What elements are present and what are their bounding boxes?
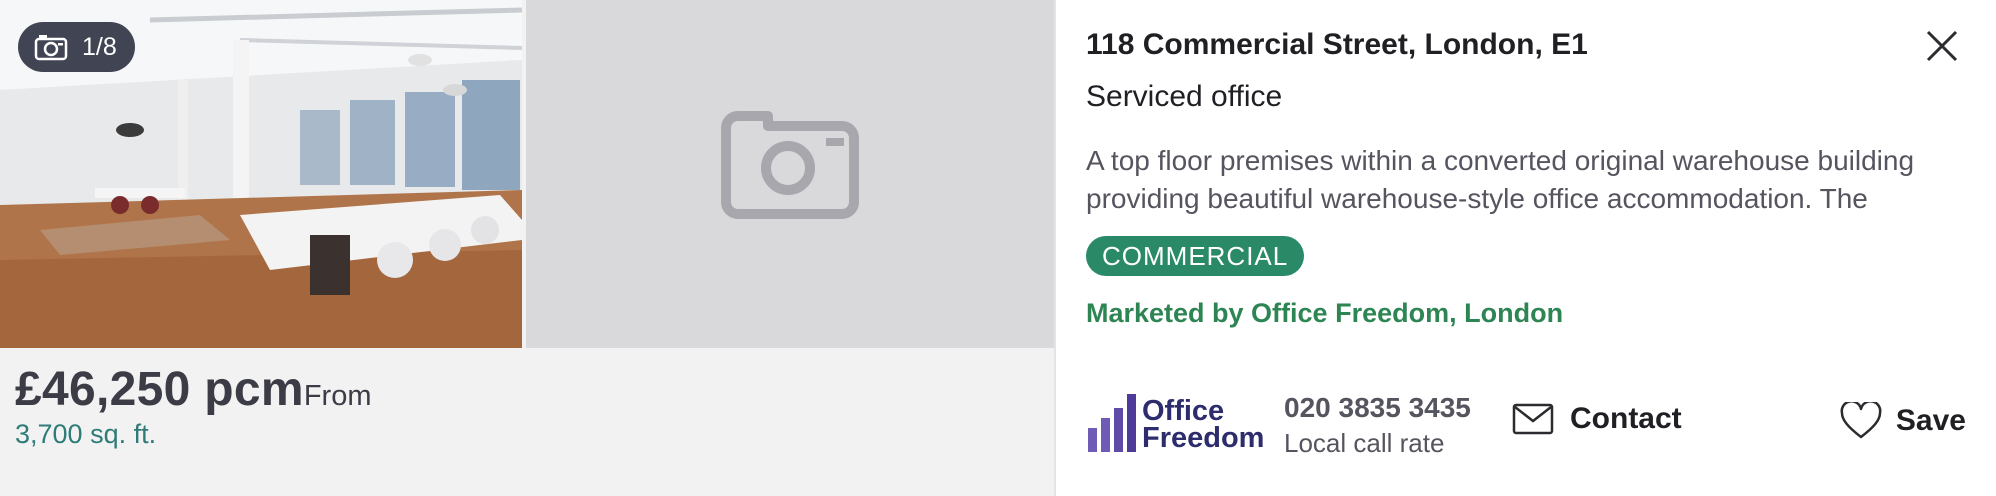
property-type: Serviced office [1086, 80, 1283, 113]
photo-placeholder[interactable] [526, 0, 1054, 348]
marketed-by-link[interactable]: Marketed by Office Freedom, London [1086, 298, 1563, 329]
listing-address[interactable]: 118 Commercial Street, London, E1 [1086, 28, 1588, 62]
save-button[interactable]: Save [1840, 402, 1966, 440]
photo-counter-text: 1/8 [82, 32, 117, 61]
agent-logo[interactable]: Office Freedom [1086, 388, 1272, 456]
listing-footer: Office Freedom 020 3835 3435 Local call … [1086, 382, 1966, 462]
save-label: Save [1895, 404, 1966, 437]
details-panel: 118 Commercial Street, London, E1 Servic… [1054, 0, 1996, 496]
agent-logo-line2: Freedom [1142, 422, 1265, 454]
contact-label: Contact [1570, 402, 1682, 435]
phone-number[interactable]: 020 3835 3435 [1284, 392, 1471, 424]
floor-area: 3,700 sq. ft. [15, 419, 157, 449]
price-qualifier: From [303, 380, 372, 412]
category-badge: COMMERCIAL [1086, 236, 1305, 276]
agent-phone[interactable]: 020 3835 3435 Local call rate [1284, 392, 1471, 459]
contact-button[interactable]: Contact [1512, 402, 1682, 436]
camera-icon [34, 35, 68, 61]
listing-description: A top floor premises within a converted … [1086, 145, 1915, 214]
camera-placeholder-icon [721, 111, 859, 219]
agent-logo-line1: Office [1142, 395, 1225, 427]
envelope-icon [1512, 403, 1554, 435]
property-card[interactable]: 1/8 £46,250 pcm From 3,700 sq. ft. 118 C… [0, 0, 1996, 496]
heart-icon [1840, 402, 1882, 439]
price-block: £46,250 pcm From 3,700 sq. ft. [15, 362, 372, 450]
close-icon [1926, 30, 1958, 62]
close-button[interactable] [1924, 28, 1960, 64]
gallery-panel: 1/8 £46,250 pcm From 3,700 sq. ft. [0, 0, 1054, 496]
photo-counter[interactable]: 1/8 [18, 22, 135, 72]
agent-logo-text: Office Freedom [1142, 395, 1265, 454]
price: £46,250 pcm [15, 363, 304, 416]
price-row: £46,250 pcm From [15, 362, 372, 417]
agent-logo-bars-icon [1088, 394, 1136, 452]
phone-note: Local call rate [1284, 428, 1445, 458]
